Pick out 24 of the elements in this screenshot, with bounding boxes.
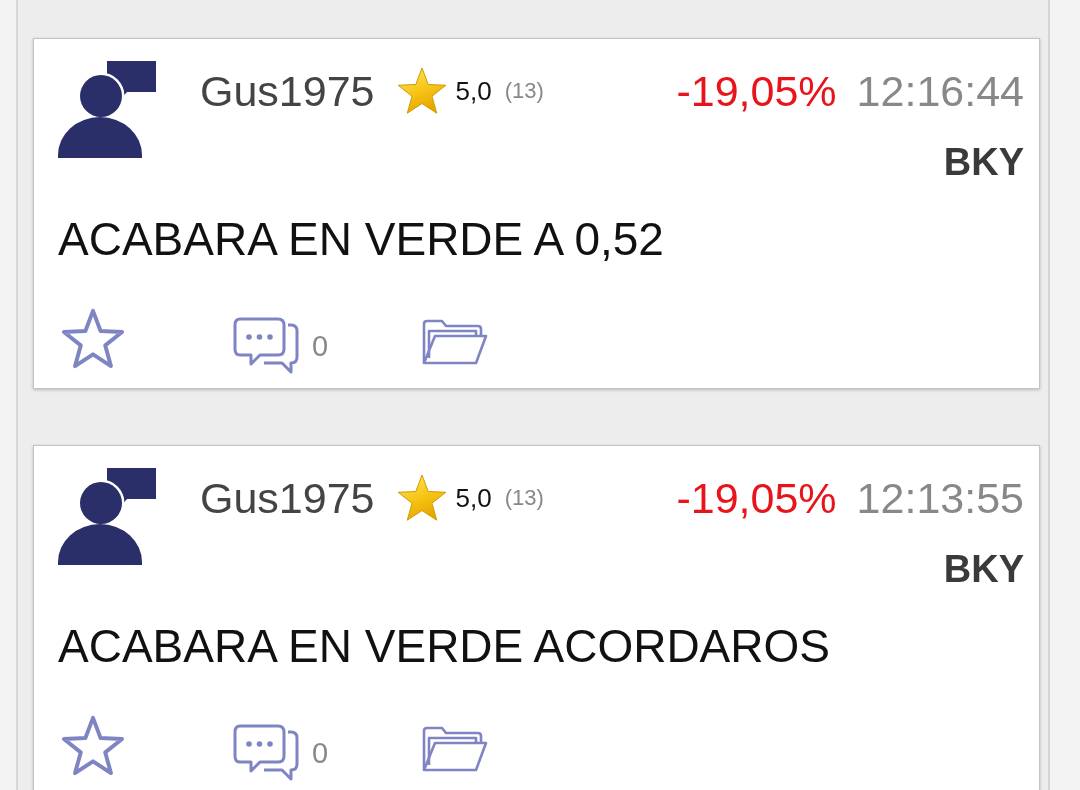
folder-button[interactable] [421,318,489,367]
username[interactable]: Gus1975 [200,69,375,113]
price-change: -19,05% [676,476,837,520]
comments-button[interactable]: 0 [233,317,329,376]
ticker-symbol[interactable]: BKY [943,550,1024,589]
comments-button[interactable]: 0 [233,724,329,783]
user-avatar-icon [58,61,156,158]
rating-value: 5,0 [455,78,492,104]
chat-bubbles-icon [233,317,300,376]
price-change: -19,05% [676,69,837,113]
post-time: 12:13:55 [856,476,1024,520]
chat-bubbles-icon [233,724,300,783]
rating-star-icon [396,473,447,524]
post-message: ACABARA EN VERDE ACORDAROS [58,619,831,675]
rating-star-icon [396,66,447,116]
post-message: ACABARA EN VERDE A 0,52 [58,212,665,267]
user-avatar-icon [58,468,156,566]
post-time: 12:16:44 [856,69,1024,113]
review-count: (13) [504,487,544,510]
review-count: (13) [504,80,544,102]
ticker-symbol[interactable]: BKY [943,143,1024,181]
rating-value: 5,0 [455,485,492,512]
username[interactable]: Gus1975 [200,476,375,520]
folder-button[interactable] [421,725,489,774]
